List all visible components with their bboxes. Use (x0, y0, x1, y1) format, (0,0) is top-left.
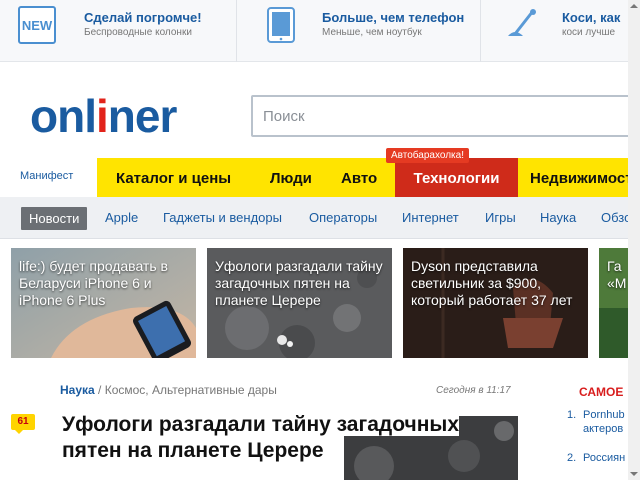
tablet-icon (262, 6, 300, 44)
article-date: Сегодня в 11:17 (436, 385, 511, 396)
subnav-news[interactable]: Новости (21, 207, 88, 230)
promo-title: Коси, как (562, 10, 621, 25)
promo-item-trimmer[interactable]: Коси, как коси лучше (481, 0, 640, 62)
popular-rank: 2. (567, 452, 577, 464)
auto-flea-market-badge[interactable]: Автобарахолка! (386, 148, 469, 163)
story-tile-dyson[interactable]: Dyson представила светильник за $900, ко… (403, 248, 588, 358)
nav-catalog[interactable]: Каталог и цены (116, 158, 231, 197)
subnav-operators[interactable]: Операторы (309, 210, 377, 225)
story-headline: Уфологи разгадали тайну загадочных пятен… (215, 258, 383, 308)
scroll-up-arrow-icon[interactable] (630, 2, 638, 10)
nav-technology[interactable]: Технологии (395, 158, 518, 197)
story-headline: Dyson представила светильник за $900, ко… (411, 258, 573, 308)
promo-subtitle: коси лучше (562, 27, 616, 38)
trimmer-icon (503, 6, 541, 44)
subnav-games[interactable]: Игры (485, 210, 516, 225)
nav-auto[interactable]: Авто (341, 158, 377, 197)
popular-heading: САМОЕ (579, 385, 624, 399)
vertical-scrollbar[interactable] (628, 0, 640, 480)
search-input[interactable] (253, 97, 640, 135)
promo-subtitle: Меньше, чем ноутбук (322, 27, 422, 38)
main-nav: Каталог и цены Люди Авто Технологии Недв… (97, 158, 640, 197)
svg-text:onliner: onliner (30, 92, 177, 138)
story-headline: life:) будет продавать в Беларуси iPhone… (19, 258, 168, 308)
nav-people[interactable]: Люди (270, 158, 312, 197)
article-tags[interactable]: Космос, Альтернативные дары (105, 383, 277, 397)
sub-nav: Новости Apple Гаджеты и вендоры Оператор… (0, 197, 640, 239)
article-title[interactable]: Уфологи разгадали тайну загадочных пятен… (62, 412, 488, 464)
section-link[interactable]: Наука (60, 383, 95, 397)
story-tile-life-iphone[interactable]: life:) будет продавать в Беларуси iPhone… (11, 248, 196, 358)
popular-rank: 1. (567, 409, 577, 421)
promo-item-tablet[interactable]: Больше, чем телефон Меньше, чем ноутбук (237, 0, 480, 62)
promo-item-speakers[interactable]: NEW Сделай погромче! Беспроводные колонк… (0, 0, 236, 62)
subnav-internet[interactable]: Интернет (402, 210, 459, 225)
svg-text:NEW: NEW (22, 18, 53, 33)
promo-title: Больше, чем телефон (322, 10, 465, 25)
breadcrumb-separator: / (94, 383, 105, 397)
subnav-science[interactable]: Наука (540, 210, 576, 225)
manifest-link[interactable]: Манифест (20, 170, 73, 182)
nav-realty[interactable]: Недвижимость (530, 158, 640, 197)
onliner-logo[interactable]: onliner (30, 90, 220, 142)
search-box[interactable] (251, 95, 640, 137)
comment-count-badge[interactable]: 61 (11, 414, 35, 434)
promo-subtitle: Беспроводные колонки (84, 27, 192, 38)
subnav-gadgets[interactable]: Гаджеты и вендоры (163, 210, 282, 225)
new-badge-icon: NEW (18, 6, 56, 44)
breadcrumb: Наука / Космос, Альтернативные дары (60, 383, 277, 397)
promo-strip: NEW Сделай погромче! Беспроводные колонк… (0, 0, 640, 62)
story-tile-ceres[interactable]: Уфологи разгадали тайну загадочных пятен… (207, 248, 392, 358)
scroll-down-arrow-icon[interactable] (630, 470, 638, 478)
popular-item[interactable]: 2. Россиян (567, 451, 625, 465)
popular-item[interactable]: 1. Pornhub актеров (567, 408, 625, 436)
subnav-apple[interactable]: Apple (105, 210, 138, 225)
promo-title: Сделай погромче! (84, 10, 202, 25)
